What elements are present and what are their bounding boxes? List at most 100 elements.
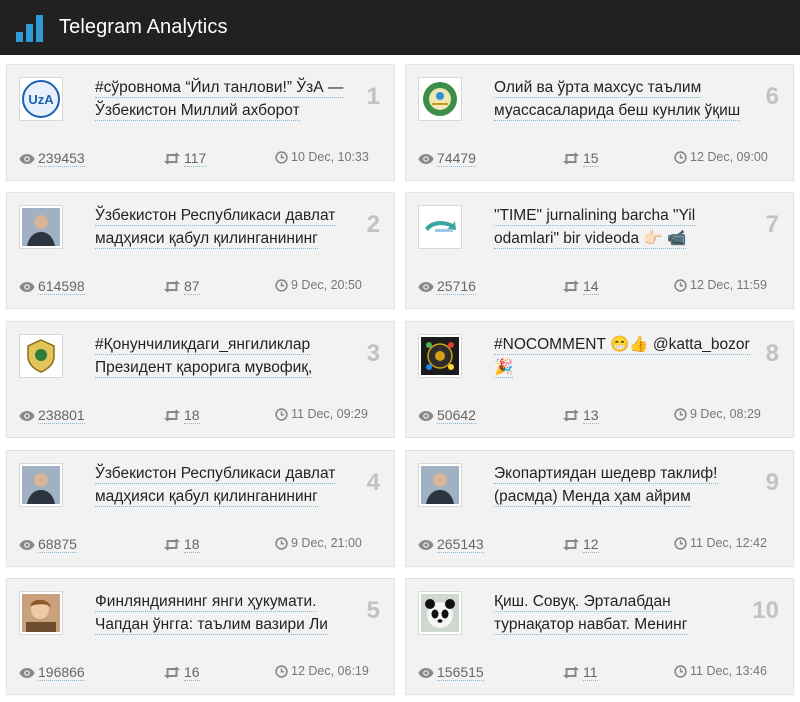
post-title-link[interactable]: Қиш. Совуқ. Эрталабдан турнақатор навбат…: [494, 590, 752, 638]
post-card[interactable]: Олий ва ўрта махсус таълим муассасаларид…: [405, 64, 794, 181]
post-date: 9 Dec, 21:00: [291, 536, 362, 550]
person-photo: [22, 466, 60, 504]
views-stat: 25716: [418, 278, 476, 295]
channel-avatar[interactable]: [418, 205, 462, 249]
forwards-stat: 87: [163, 278, 200, 295]
post-title-text: Экопартиядан шедевр таклиф! (расмда) Мен…: [494, 465, 718, 507]
views-count[interactable]: 614598: [38, 278, 85, 295]
post-title-link[interactable]: Финляндиянинг янги ҳукумати. Чапдан ўнгг…: [95, 590, 353, 638]
post-card[interactable]: Ўзбекистон Республикаси давлат мадҳияси …: [6, 450, 395, 567]
channel-avatar[interactable]: [19, 463, 63, 507]
post-card[interactable]: Экопартиядан шедевр таклиф! (расмда) Мен…: [405, 450, 794, 567]
post-rank: 9: [765, 469, 779, 496]
forwards-count[interactable]: 14: [583, 278, 599, 295]
post-date: 12 Dec, 11:59: [690, 278, 767, 292]
forwards-count[interactable]: 117: [184, 150, 207, 167]
channel-avatar[interactable]: [19, 334, 63, 378]
post-rank: 10: [752, 597, 779, 624]
post-title-link[interactable]: #Қонунчиликдаги_янгиликлар Президент қар…: [95, 333, 353, 381]
retweet-icon: [163, 280, 181, 293]
retweet-icon: [562, 409, 580, 422]
post-title-text: #NOCOMMENT 😁👍 @katta_bozor 🎉: [494, 336, 750, 378]
child-photo: [22, 594, 60, 632]
eye-icon: [19, 153, 35, 165]
post-title-link[interactable]: #NOCOMMENT 😁👍 @katta_bozor 🎉: [494, 333, 752, 381]
views-count[interactable]: 265143: [437, 536, 484, 553]
channel-avatar[interactable]: [418, 463, 462, 507]
forwards-count[interactable]: 18: [184, 407, 200, 424]
views-stat: 238801: [19, 407, 85, 424]
retweet-icon: [562, 280, 580, 293]
post-time: 12 Dec, 09:00: [674, 150, 768, 164]
forwards-count[interactable]: 13: [583, 407, 599, 424]
post-title-link[interactable]: Олий ва ўрта махсус таълим муассасаларид…: [494, 76, 752, 124]
forwards-count[interactable]: 11: [583, 664, 598, 681]
post-date: 11 Dec, 09:29: [291, 407, 368, 421]
post-title-link[interactable]: Ўзбекистон Республикаси давлат мадҳияси …: [95, 462, 353, 510]
forwards-count[interactable]: 87: [184, 278, 200, 295]
channel-avatar[interactable]: [19, 591, 63, 635]
post-card[interactable]: UzA #сўровнома “Йил танлови!” ЎзА — Ўзбек…: [6, 64, 395, 181]
post-time: 10 Dec, 10:33: [275, 150, 369, 164]
views-count[interactable]: 68875: [38, 536, 77, 553]
post-date: 11 Dec, 13:46: [690, 664, 767, 678]
forwards-count[interactable]: 16: [184, 664, 200, 681]
channel-avatar[interactable]: [418, 591, 462, 635]
eye-icon: [418, 539, 434, 551]
eye-icon: [418, 667, 434, 679]
eye-icon: [418, 153, 434, 165]
views-stat: 156515: [418, 664, 484, 681]
post-card[interactable]: #Қонунчиликдаги_янгиликлар Президент қар…: [6, 321, 395, 438]
retweet-icon: [163, 538, 181, 551]
views-count[interactable]: 239453: [38, 150, 85, 167]
post-rank: 3: [366, 340, 380, 367]
views-count[interactable]: 156515: [437, 664, 484, 681]
forwards-count[interactable]: 18: [184, 536, 200, 553]
post-time: 9 Dec, 08:29: [674, 407, 761, 421]
post-time: 11 Dec, 13:46: [674, 664, 767, 678]
post-title-link[interactable]: "TIME" jurnalining barcha "Yil odamlari"…: [494, 204, 752, 252]
post-card[interactable]: Финляндиянинг янги ҳукумати. Чапдан ўнгг…: [6, 578, 395, 695]
post-date: 9 Dec, 20:50: [291, 278, 362, 292]
views-count[interactable]: 74479: [437, 150, 476, 167]
app-title: Telegram Analytics: [59, 16, 228, 38]
views-count[interactable]: 196866: [38, 664, 85, 681]
post-title-link[interactable]: Ўзбекистон Республикаси давлат мадҳияси …: [95, 204, 353, 252]
post-time: 12 Dec, 06:19: [275, 664, 369, 678]
post-card[interactable]: "TIME" jurnalining barcha "Yil odamlari"…: [405, 192, 794, 309]
post-title-text: Ўзбекистон Республикаси давлат мадҳияси …: [95, 207, 336, 249]
post-card[interactable]: Қиш. Совуқ. Эрталабдан турнақатор навбат…: [405, 578, 794, 695]
post-card[interactable]: Ўзбекистон Республикаси давлат мадҳияси …: [6, 192, 395, 309]
panda-photo: [421, 594, 459, 632]
forwards-stat: 18: [163, 536, 200, 553]
retweet-icon: [163, 666, 181, 679]
post-card[interactable]: #NOCOMMENT 😁👍 @katta_bozor 🎉 8 50642 13 9 De…: [405, 321, 794, 438]
clock-icon: [674, 536, 687, 550]
post-title-text: Ўзбекистон Республикаси давлат мадҳияси …: [95, 465, 336, 507]
views-count[interactable]: 25716: [437, 278, 476, 295]
forwards-stat: 117: [163, 150, 207, 167]
post-title-text: #сўровнома “Йил танлови!” ЎзА — Ўзбекист…: [95, 79, 344, 121]
channel-avatar[interactable]: UzA: [19, 77, 63, 121]
post-rank: 6: [765, 83, 779, 110]
clock-icon: [275, 536, 288, 550]
views-count[interactable]: 50642: [437, 407, 476, 424]
channel-avatar[interactable]: [19, 205, 63, 249]
post-title-text: Финляндиянинг янги ҳукумати. Чапдан ўнгг…: [95, 593, 328, 635]
channel-avatar[interactable]: [418, 334, 462, 378]
post-time: 12 Dec, 11:59: [674, 278, 767, 292]
dark-logo: [421, 337, 459, 375]
posts-grid: UzA #сўровнома “Йил танлови!” ЎзА — Ўзбек…: [0, 55, 800, 702]
clock-icon: [674, 664, 687, 678]
views-stat: 74479: [418, 150, 476, 167]
retweet-icon: [562, 152, 580, 165]
views-stat: 265143: [418, 536, 484, 553]
forwards-stat: 12: [562, 536, 599, 553]
channel-avatar[interactable]: [418, 77, 462, 121]
app-header: Telegram Analytics: [0, 0, 800, 55]
forwards-count[interactable]: 12: [583, 536, 599, 553]
forwards-count[interactable]: 15: [583, 150, 599, 167]
views-count[interactable]: 238801: [38, 407, 85, 424]
post-title-link[interactable]: Экопартиядан шедевр таклиф! (расмда) Мен…: [494, 462, 752, 510]
post-title-link[interactable]: #сўровнома “Йил танлови!” ЎзА — Ўзбекист…: [95, 76, 353, 124]
